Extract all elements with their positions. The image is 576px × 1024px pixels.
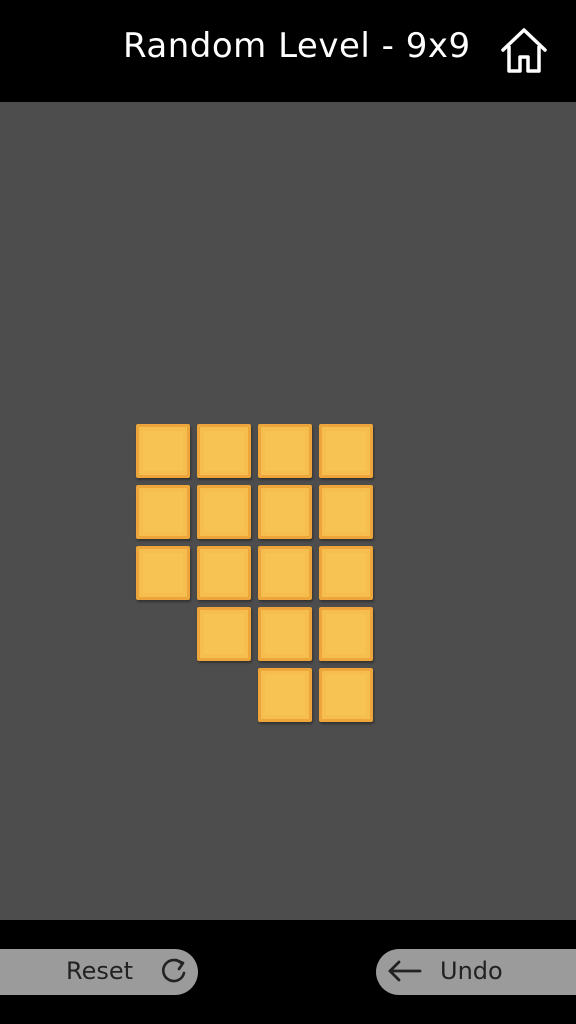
board-tile[interactable] bbox=[197, 546, 251, 600]
top-bar: Random Level - 9x9 bbox=[0, 0, 576, 102]
board-tile[interactable] bbox=[258, 668, 312, 722]
board-tile[interactable] bbox=[136, 546, 190, 600]
page-title: Random Level - 9x9 bbox=[123, 26, 471, 66]
board-tile[interactable] bbox=[136, 424, 190, 478]
board-tile[interactable] bbox=[258, 546, 312, 600]
home-icon bbox=[501, 28, 547, 73]
board-tile[interactable] bbox=[319, 668, 373, 722]
board-tile[interactable] bbox=[319, 485, 373, 539]
board-tile[interactable] bbox=[197, 607, 251, 661]
reset-button[interactable]: Reset bbox=[0, 949, 198, 995]
bottom-bar: Reset Undo bbox=[0, 920, 576, 1024]
board-tile[interactable] bbox=[258, 485, 312, 539]
reset-label: Reset bbox=[66, 957, 134, 985]
game-board bbox=[0, 102, 576, 920]
board-tile[interactable] bbox=[136, 485, 190, 539]
board-tile[interactable] bbox=[319, 607, 373, 661]
home-button[interactable] bbox=[498, 26, 550, 76]
board-tile[interactable] bbox=[258, 424, 312, 478]
board-tile[interactable] bbox=[197, 485, 251, 539]
board-tile[interactable] bbox=[197, 424, 251, 478]
arrow-left-icon bbox=[388, 960, 422, 982]
refresh-icon bbox=[162, 958, 186, 983]
board-tile[interactable] bbox=[258, 607, 312, 661]
board-tile[interactable] bbox=[319, 424, 373, 478]
board-tile[interactable] bbox=[319, 546, 373, 600]
undo-label: Undo bbox=[440, 957, 503, 985]
undo-button[interactable]: Undo bbox=[376, 949, 576, 995]
